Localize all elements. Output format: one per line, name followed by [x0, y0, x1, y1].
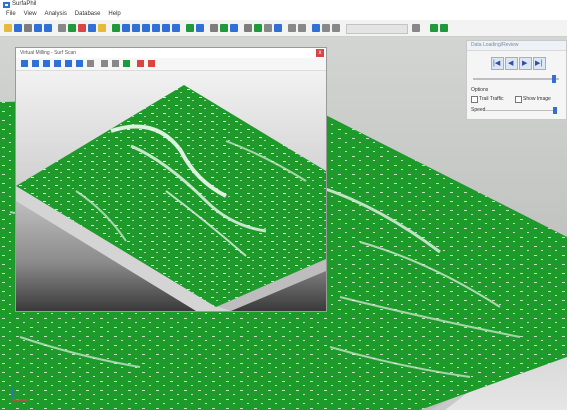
- child-3d-viewport[interactable]: [16, 71, 326, 311]
- last-frame-button[interactable]: ▶|: [533, 57, 546, 70]
- zoom-field[interactable]: [346, 24, 408, 34]
- child-tool-rotate-icon[interactable]: [54, 60, 61, 67]
- tool-e-icon[interactable]: [288, 24, 296, 32]
- window-title: SurfaPhil: [12, 1, 37, 7]
- menu-help[interactable]: Help: [108, 11, 120, 17]
- child-tool-home-icon[interactable]: [21, 60, 28, 67]
- pan-icon[interactable]: [78, 24, 86, 32]
- undo-icon[interactable]: [34, 24, 42, 32]
- open-icon[interactable]: [4, 24, 12, 32]
- cursor-icon[interactable]: [58, 24, 66, 32]
- color-icon[interactable]: [172, 24, 180, 32]
- info-icon[interactable]: [230, 24, 238, 32]
- surface-icon[interactable]: [210, 24, 218, 32]
- timeline-slider-thumb[interactable]: [552, 75, 556, 83]
- save-icon[interactable]: [14, 24, 22, 32]
- tool-i-icon[interactable]: [332, 24, 340, 32]
- tool-g-icon[interactable]: [312, 24, 320, 32]
- filter-icon[interactable]: [196, 24, 204, 32]
- redo-icon[interactable]: [44, 24, 52, 32]
- child-window-titlebar: Virtual Milling - Surf Scan: [16, 48, 326, 58]
- speed-label: Speed: [471, 107, 486, 113]
- print-icon[interactable]: [24, 24, 32, 32]
- child-surface-3d-view: [16, 85, 326, 311]
- show-image-checkbox[interactable]: [515, 96, 522, 103]
- layer-icon[interactable]: [142, 24, 150, 32]
- tool-j-icon[interactable]: [412, 24, 420, 32]
- child-tool-back-icon[interactable]: [32, 60, 39, 67]
- tool-f-icon[interactable]: [298, 24, 306, 32]
- first-frame-button[interactable]: |◀: [491, 57, 504, 70]
- menu-analysis[interactable]: Analysis: [44, 11, 66, 17]
- measure-icon[interactable]: [98, 24, 106, 32]
- child-toolbar: [16, 58, 326, 71]
- palette-icon[interactable]: [122, 24, 130, 32]
- playback-panel: Data Loading/Review |◀ ◀ ▶ ▶| Options Tr…: [466, 40, 567, 120]
- menu-file[interactable]: File: [6, 11, 16, 17]
- rotate-icon[interactable]: [88, 24, 96, 32]
- options-label: Options: [471, 87, 489, 93]
- child-tool-zoom-icon[interactable]: [65, 60, 72, 67]
- tool-a-icon[interactable]: [244, 24, 252, 32]
- zoom-icon[interactable]: [68, 24, 76, 32]
- child-tool-cursor-icon[interactable]: [87, 60, 94, 67]
- child-tool-measure-icon[interactable]: [101, 60, 108, 67]
- app-logo-icon: [3, 2, 10, 8]
- trail-traffic-label: Trail Traffic: [479, 96, 504, 102]
- tool-k-icon[interactable]: [430, 24, 438, 32]
- menu-view[interactable]: View: [24, 11, 37, 17]
- settings-icon[interactable]: [186, 24, 194, 32]
- speed-slider-track[interactable]: [485, 110, 555, 111]
- show-image-label: Show Image: [523, 96, 551, 102]
- child-tool-flag-icon[interactable]: [137, 60, 144, 67]
- speed-slider-thumb[interactable]: [553, 107, 557, 114]
- chart-icon[interactable]: [220, 24, 228, 32]
- timeline-slider-track[interactable]: [473, 78, 559, 80]
- play-button[interactable]: ▶: [519, 57, 532, 70]
- export-icon[interactable]: [162, 24, 170, 32]
- light-icon[interactable]: [132, 24, 140, 32]
- previous-frame-button[interactable]: ◀: [505, 57, 518, 70]
- tool-d-icon[interactable]: [274, 24, 282, 32]
- playback-panel-header: Data Loading/Review: [467, 41, 566, 51]
- child-window-title: Virtual Milling - Surf Scan: [20, 50, 77, 56]
- child-tool-filter-icon[interactable]: [112, 60, 119, 67]
- tool-l-icon[interactable]: [440, 24, 448, 32]
- child-close-button[interactable]: x: [316, 49, 324, 57]
- tool-c-icon[interactable]: [264, 24, 272, 32]
- view-icon[interactable]: [152, 24, 160, 32]
- tool-h-icon[interactable]: [322, 24, 330, 32]
- tool-b-icon[interactable]: [254, 24, 262, 32]
- menu-database[interactable]: Database: [75, 11, 101, 17]
- child-window: Virtual Milling - Surf Scan x: [15, 47, 327, 312]
- main-toolbar: [0, 20, 567, 37]
- menu-bar: File View Analysis Database Help: [0, 10, 567, 20]
- playback-panel-title: Data Loading/Review: [471, 42, 519, 48]
- axes-indicator: [8, 384, 38, 404]
- child-tool-pan-icon[interactable]: [76, 60, 83, 67]
- trail-traffic-checkbox[interactable]: [471, 96, 478, 103]
- child-tool-forward-icon[interactable]: [43, 60, 50, 67]
- child-tool-stop-icon[interactable]: [148, 60, 155, 67]
- grid-icon[interactable]: [112, 24, 120, 32]
- child-tool-grid-icon[interactable]: [123, 60, 130, 67]
